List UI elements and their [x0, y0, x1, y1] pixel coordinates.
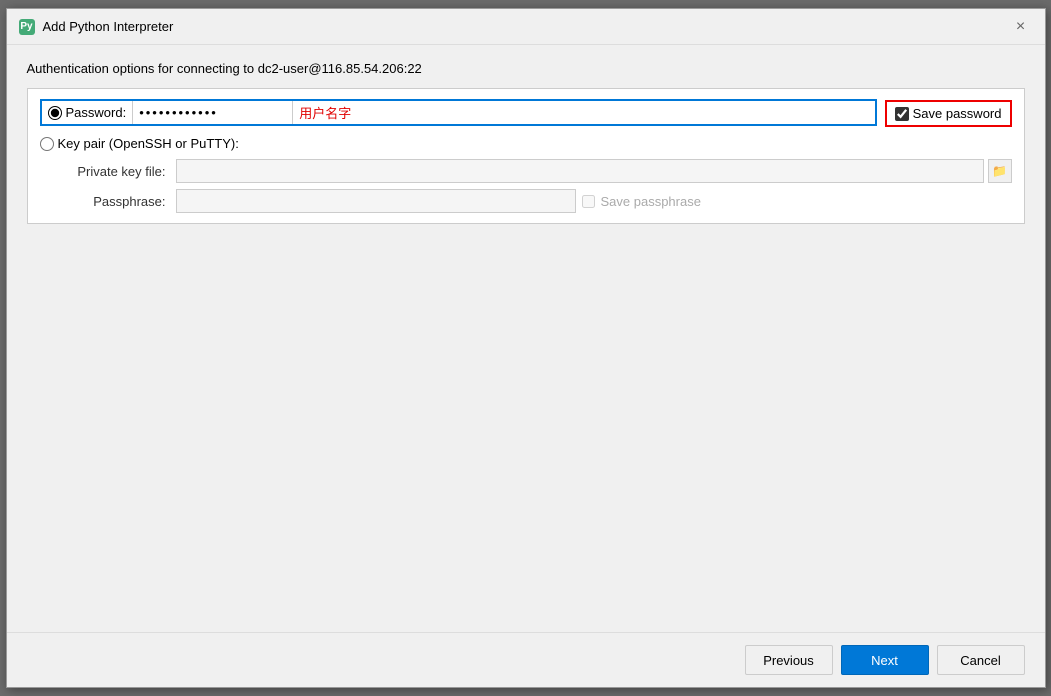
- add-python-interpreter-dialog: Py Add Python Interpreter × Authenticati…: [6, 8, 1046, 688]
- password-label: Password:: [66, 105, 127, 120]
- dialog-footer: Previous Next Cancel: [7, 632, 1045, 687]
- save-password-checkbox[interactable]: [895, 107, 909, 121]
- dialog-body: Authentication options for connecting to…: [7, 45, 1045, 632]
- browse-button[interactable]: 📁: [988, 159, 1012, 183]
- passphrase-label: Passphrase:: [60, 194, 170, 209]
- keypair-radio[interactable]: [40, 137, 54, 151]
- passphrase-input[interactable]: [176, 189, 576, 213]
- connection-subtitle: Authentication options for connecting to…: [27, 61, 1025, 76]
- passphrase-row: Save passphrase: [176, 189, 1012, 213]
- folder-icon: 📁: [992, 164, 1007, 178]
- password-radio-container: Password:: [42, 101, 134, 124]
- title-bar: Py Add Python Interpreter ×: [7, 9, 1045, 45]
- dialog-title: Add Python Interpreter: [43, 19, 174, 34]
- username-input[interactable]: [293, 101, 874, 124]
- auth-section: Password: Save password Key pair (OpenSS…: [27, 88, 1025, 224]
- save-passphrase-label: Save passphrase: [601, 194, 701, 209]
- private-key-row: 📁: [176, 159, 1012, 183]
- password-radio[interactable]: [48, 106, 62, 120]
- save-password-label: Save password: [913, 106, 1002, 121]
- keypair-option-row: Key pair (OpenSSH or PuTTY):: [40, 136, 1012, 151]
- cancel-button[interactable]: Cancel: [937, 645, 1025, 675]
- password-input[interactable]: [133, 101, 293, 124]
- app-icon: Py: [19, 19, 35, 35]
- save-password-container: Save password: [885, 100, 1012, 127]
- keypair-fields: Private key file: 📁 Passphrase: Save pas…: [60, 159, 1012, 213]
- password-row: Password:: [40, 99, 877, 126]
- title-bar-left: Py Add Python Interpreter: [19, 19, 174, 35]
- next-button[interactable]: Next: [841, 645, 929, 675]
- previous-button[interactable]: Previous: [745, 645, 833, 675]
- keypair-label: Key pair (OpenSSH or PuTTY):: [58, 136, 239, 151]
- private-key-label: Private key file:: [60, 164, 170, 179]
- close-button[interactable]: ×: [1009, 15, 1033, 39]
- password-option-row: Password: Save password: [40, 99, 1012, 128]
- save-passphrase-checkbox[interactable]: [582, 195, 595, 208]
- private-key-input[interactable]: [176, 159, 984, 183]
